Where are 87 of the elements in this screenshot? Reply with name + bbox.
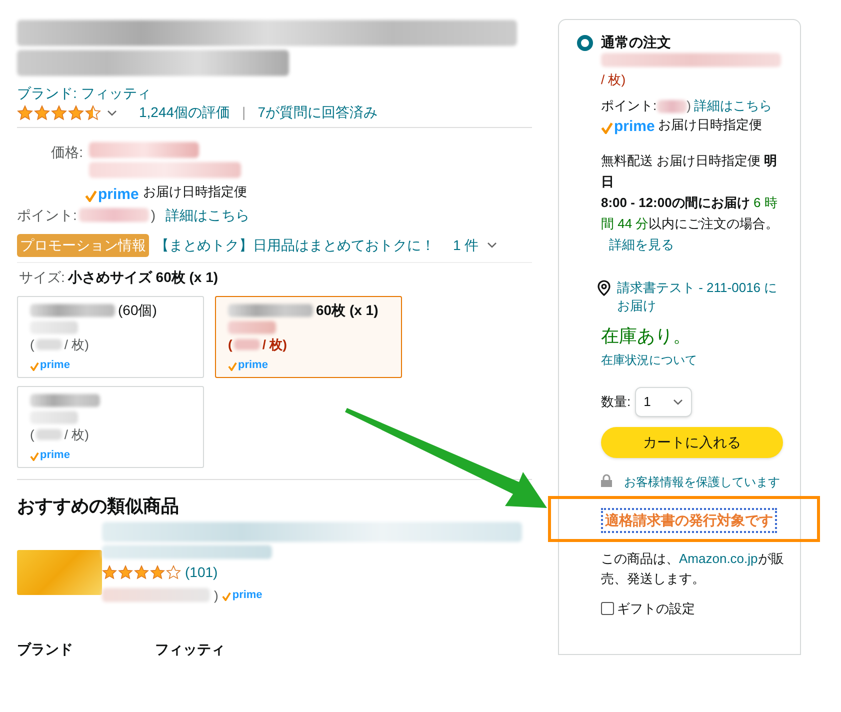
unit-price: / 枚) <box>262 336 287 354</box>
blurred-text <box>36 428 62 440</box>
blurred-text <box>228 320 276 334</box>
checkmark-icon <box>30 452 39 461</box>
quantity-label: 数量: <box>601 393 631 412</box>
chevron-down-icon[interactable] <box>486 242 497 248</box>
unit-price: / 枚) <box>64 426 89 444</box>
star-icon <box>17 104 33 120</box>
spec-value: フィッティ <box>155 640 225 659</box>
price-label: 価格: <box>50 143 84 162</box>
seller-text: この商品は、Amazon.co.jpが販売、発送します。 <box>601 550 784 588</box>
star-icon <box>34 104 50 120</box>
variant-title: 60枚 (x 1) <box>316 301 378 320</box>
spec-label: ブランド <box>17 640 74 659</box>
stock-status: 在庫あり。 <box>601 326 691 346</box>
details-link[interactable]: 詳細はこちら <box>166 204 250 226</box>
seller-link[interactable]: Amazon.co.jp <box>679 551 758 566</box>
chevron-down-icon[interactable] <box>107 110 117 116</box>
address-link[interactable]: 請求書テスト - 211-0016 にお届け <box>617 279 784 315</box>
paren-text: ) <box>214 586 218 605</box>
paren-text: ( <box>228 336 232 354</box>
delivery-info: 無料配送 お届け日時指定便 明日 8:00 - 12:00の間にお届け 6 時間 44 分以内にご注文の場合。 <box>601 153 779 231</box>
details-link[interactable]: 詳細を見る <box>609 237 674 252</box>
star-icon <box>51 104 67 120</box>
blurred-text <box>78 208 149 222</box>
stock-info-link[interactable]: 在庫状況について <box>601 353 697 367</box>
separator: | <box>242 103 246 122</box>
quantity-dropdown[interactable]: 1 <box>634 387 692 417</box>
chevron-down-icon[interactable] <box>672 399 683 405</box>
blurred-text <box>656 100 687 113</box>
prime-logo-text: prime <box>614 119 655 134</box>
prime-logo-text: prime <box>40 360 70 371</box>
answers-link[interactable]: 7が質問に回答済み <box>258 102 378 123</box>
blurred-text <box>30 320 78 334</box>
prime-logo-text: prime <box>232 590 262 601</box>
blurred-text <box>234 338 260 350</box>
invoice-eligibility-link[interactable]: 適格請求書の発行対象です <box>601 508 777 533</box>
checkmark-icon <box>30 362 39 371</box>
prime-logo-text: prime <box>98 186 139 202</box>
paren-text: ( <box>30 426 34 444</box>
checkmark-icon <box>228 362 237 371</box>
star-icon <box>102 564 117 580</box>
size-label: サイズ: <box>19 268 65 286</box>
option-label: 通常の注文 <box>601 33 671 52</box>
add-to-cart-button[interactable]: カートに入れる <box>601 427 783 458</box>
paren-text: ) <box>150 206 156 225</box>
promotion-count: 1 件 <box>453 236 479 254</box>
prime-logo-text: prime <box>238 360 268 371</box>
secure-transaction-link[interactable]: お客様情報を保護しています <box>624 475 780 489</box>
review-count-link[interactable]: (101) <box>185 562 218 582</box>
gift-option-label: ギフトの設定 <box>617 600 695 618</box>
gift-checkbox[interactable] <box>601 602 614 616</box>
size-value: 小さめサイズ 60枚 (x 1) <box>68 268 218 287</box>
blurred-text <box>30 394 100 407</box>
ratings-link[interactable]: 1,244個の評価 <box>139 102 230 123</box>
star-icon <box>68 104 84 120</box>
variant-card[interactable]: ( / 枚) prime <box>17 386 204 468</box>
brand-link[interactable]: ブランド: フィッティ <box>17 84 532 102</box>
points-label: ポイント: <box>601 98 657 112</box>
promotion-link[interactable]: 【まとめトク】日用品はまとめておトクに！ <box>155 234 435 256</box>
radio-button[interactable] <box>577 34 593 50</box>
star-icon <box>118 564 133 580</box>
section-heading: おすすめの類似商品 <box>17 494 180 518</box>
blurred-text <box>30 410 78 424</box>
checkmark-icon <box>85 190 97 202</box>
location-pin-icon <box>597 280 611 296</box>
unit-price: / 枚) <box>64 336 89 354</box>
paren-text: ) <box>686 98 691 112</box>
variant-card[interactable]: (60個) ( / 枚) prime <box>17 296 204 378</box>
star-icon <box>166 564 181 580</box>
star-icon <box>85 104 101 120</box>
paren-text: ( <box>30 336 34 354</box>
points-label: ポイント: <box>17 206 77 224</box>
unit-price: / 枚) <box>601 71 627 89</box>
star-icon <box>150 564 165 580</box>
variant-card[interactable]: 60枚 (x 1) ( / 枚) prime <box>215 296 402 378</box>
lock-icon <box>601 474 612 487</box>
checkmark-icon <box>222 592 232 601</box>
checkmark-icon <box>601 122 613 134</box>
blurred-text <box>36 338 62 350</box>
variant-title: (60個) <box>118 301 157 320</box>
details-link[interactable]: 詳細はこちら <box>694 98 772 112</box>
delivery-text: お届け日時指定便 <box>142 183 247 201</box>
delivery-text: お届け日時指定便 <box>658 116 762 134</box>
star-icon <box>134 564 149 580</box>
promotion-badge: プロモーション情報 <box>17 234 149 256</box>
prime-logo-text: prime <box>40 450 70 461</box>
